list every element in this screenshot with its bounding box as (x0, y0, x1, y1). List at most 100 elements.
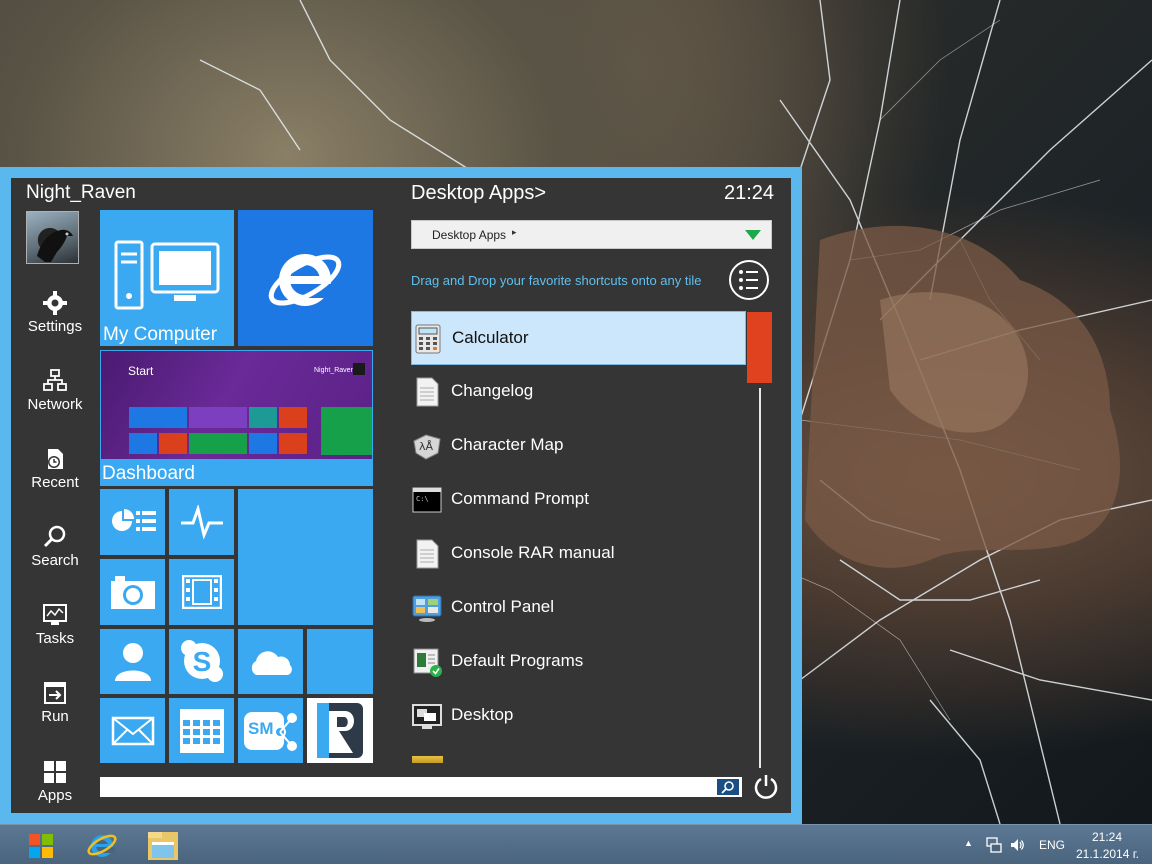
apps-grid-icon (44, 761, 66, 783)
recent-icon (48, 449, 63, 469)
volume-icon[interactable] (1009, 837, 1025, 853)
nav-label: Settings (27, 318, 83, 335)
tile-video[interactable] (169, 559, 234, 625)
preview-tile (321, 407, 372, 455)
tile-performance[interactable] (169, 489, 234, 555)
tile-sm-share[interactable]: SM (238, 698, 303, 763)
svg-text:S: S (193, 646, 212, 677)
start-menu-panel: Night_Raven Settings Network Recent Sear… (11, 178, 791, 813)
sm-share-icon: SM (244, 712, 297, 751)
preview-tile (129, 433, 157, 454)
search-field[interactable] (100, 777, 700, 797)
app-item-console-rar-manual[interactable]: Console RAR manual (411, 527, 746, 581)
taskbar-date[interactable]: 21.1.2014 г. (1076, 847, 1139, 864)
app-item-calculator[interactable]: Calculator (411, 311, 746, 365)
user-avatar[interactable] (26, 211, 79, 264)
tile-system-info[interactable] (100, 489, 165, 555)
svg-text:SM: SM (248, 719, 274, 738)
power-icon[interactable] (753, 773, 779, 799)
preview-tile (249, 433, 277, 454)
nav-run[interactable]: Run (11, 680, 99, 725)
app-item-partial[interactable] (412, 756, 443, 763)
nav-search[interactable]: Search (11, 524, 99, 569)
tile-camera[interactable] (100, 559, 165, 625)
network-tray-icon[interactable] (986, 837, 1002, 853)
cloud-icon (251, 651, 292, 675)
tile-dashboard[interactable]: Start Night_Raven Dashboard (100, 350, 373, 486)
tile-people[interactable] (100, 629, 165, 694)
dropdown-arrow-icon[interactable] (745, 230, 761, 240)
search-button[interactable] (716, 778, 740, 796)
username-label: Night_Raven (26, 182, 136, 203)
default-programs-icon (413, 648, 442, 677)
show-hidden-icons-icon[interactable]: ▲ (964, 838, 973, 864)
film-icon (182, 575, 222, 609)
tile-r-app[interactable] (307, 698, 373, 763)
control-panel-icon (412, 595, 442, 622)
gear-icon (43, 291, 67, 315)
network-icon (43, 369, 67, 391)
scrollbar-track[interactable] (759, 388, 761, 768)
dropdown-value: Desktop Apps (432, 228, 507, 242)
app-item-control-panel[interactable]: Control Panel (411, 581, 746, 635)
menu-clock: 21:24 (724, 182, 775, 204)
language-indicator[interactable]: ENG (1039, 838, 1065, 864)
app-item-changelog[interactable]: Changelog (411, 365, 746, 419)
search-input[interactable] (100, 777, 742, 797)
app-item-command-prompt[interactable]: C:\ Command Prompt (411, 473, 746, 527)
tasks-icon (43, 604, 67, 625)
app-item-character-map[interactable]: λÅ Character Map (411, 419, 746, 473)
nav-label: Network (27, 396, 83, 413)
run-icon (44, 682, 66, 704)
app-name: Console RAR manual (451, 543, 615, 562)
nav-label: Recent (31, 474, 79, 491)
computer-icon (114, 240, 220, 310)
nav-recent[interactable]: Recent (11, 446, 99, 491)
search-icon (721, 781, 734, 794)
app-item-desktop[interactable]: Desktop (411, 689, 746, 743)
app-name: Changelog (451, 381, 534, 400)
tile-label: Dashboard (102, 463, 195, 484)
camera-icon (111, 576, 155, 609)
app-name: Character Map (451, 435, 564, 454)
preview-tile (189, 407, 247, 428)
app-item-default-programs[interactable]: Default Programs (411, 635, 746, 689)
internet-explorer-taskbar-icon[interactable] (86, 829, 118, 861)
preview-tile (129, 407, 187, 428)
nav-apps[interactable]: Apps (11, 759, 99, 804)
tile-empty-large[interactable] (238, 489, 373, 625)
tile-internet-explorer[interactable] (238, 210, 373, 346)
tile-my-computer[interactable]: My Computer (100, 210, 234, 346)
calendar-icon (180, 709, 224, 753)
tile-calendar[interactable] (169, 698, 234, 763)
nav-network[interactable]: Network (11, 368, 99, 413)
scrollbar-thumb[interactable] (747, 312, 772, 383)
drag-drop-hint: Drag and Drop your favorite shortcuts on… (411, 273, 702, 288)
tile-mail[interactable] (100, 698, 165, 763)
character-map-icon: λÅ (413, 434, 441, 460)
r-logo-icon (317, 703, 363, 758)
nav-settings[interactable]: Settings (11, 290, 99, 335)
tile-skype[interactable]: S (169, 629, 234, 694)
submenu-arrow-icon: ▸ (512, 227, 517, 237)
command-prompt-icon: C:\ (412, 487, 442, 513)
preview-tile (279, 407, 307, 428)
nav-label: Search (31, 552, 79, 569)
app-name: Command Prompt (451, 489, 589, 508)
list-view-button[interactable] (729, 260, 769, 300)
category-dropdown[interactable]: Desktop Apps ▸ (411, 220, 772, 249)
windows-start-icon[interactable] (29, 834, 53, 858)
section-title[interactable]: Desktop Apps> (411, 182, 546, 205)
person-icon (115, 643, 151, 681)
preview-user-label: Night_Raven (314, 367, 355, 374)
tile-onedrive[interactable] (238, 629, 303, 694)
taskbar: ▲ ENG 21:24 21.1.2014 г. (0, 824, 1152, 864)
tile-label: My Computer (103, 324, 218, 345)
start-menu: Night_Raven Settings Network Recent Sear… (0, 167, 802, 824)
internet-explorer-icon (268, 254, 342, 306)
preview-avatar (353, 363, 365, 375)
nav-tasks[interactable]: Tasks (11, 602, 99, 647)
file-explorer-icon[interactable] (146, 830, 180, 862)
nav-label: Run (41, 708, 69, 725)
tile-empty-small[interactable] (307, 629, 373, 694)
